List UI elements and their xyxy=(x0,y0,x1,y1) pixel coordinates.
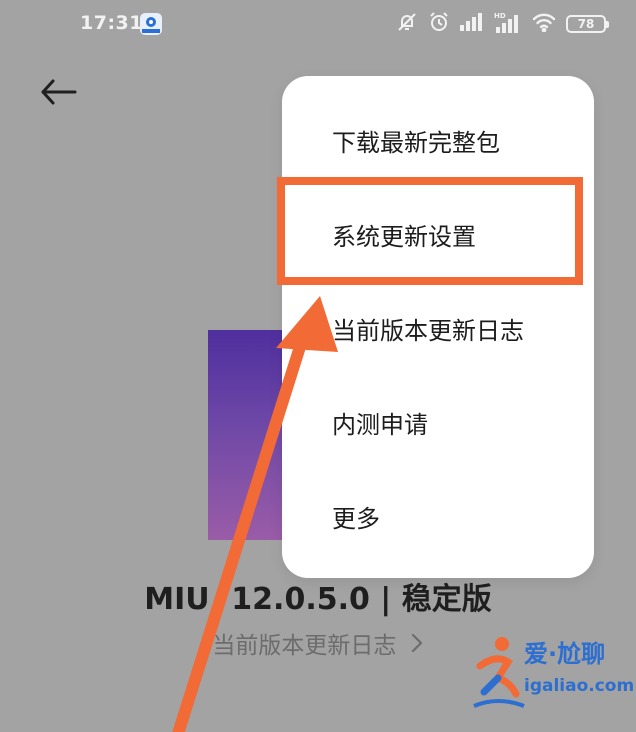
watermark-title: 爱·尬聊 xyxy=(524,640,606,668)
menu-item-download-full-package[interactable]: 下载最新完整包 xyxy=(282,93,594,187)
menu-item-more[interactable]: 更多 xyxy=(282,469,594,563)
arrow-left-icon xyxy=(41,79,77,105)
status-icons: HD 78 xyxy=(396,10,609,38)
svg-text:HD: HD xyxy=(494,12,506,20)
menu-item-beta-application[interactable]: 内测申请 xyxy=(282,375,594,469)
signal-icon xyxy=(460,13,484,35)
watermark-domain: igaliao.com xyxy=(524,676,635,696)
status-time: 17:31 xyxy=(80,12,143,34)
chevron-right-icon xyxy=(410,633,424,659)
signal-hd-icon: HD xyxy=(494,11,522,37)
alarm-icon xyxy=(428,11,450,37)
highlight-annotation-box xyxy=(277,177,583,285)
menu-item-label: 更多 xyxy=(332,504,380,533)
menu-item-current-changelog[interactable]: 当前版本更新日志 xyxy=(282,281,594,375)
wifi-icon xyxy=(532,12,556,36)
version-title-hidden: I xyxy=(210,582,221,617)
menu-item-label: 下载最新完整包 xyxy=(332,128,500,157)
running-person-icon xyxy=(473,637,525,708)
back-button[interactable] xyxy=(36,72,82,112)
silent-icon xyxy=(396,11,418,37)
menu-item-label: 内测申请 xyxy=(332,410,428,439)
status-bar: 17:31 HD 78 xyxy=(0,0,636,50)
app-notification-icon xyxy=(140,13,162,35)
changelog-link-label: 当前版本更新日志 xyxy=(212,633,397,659)
version-title-right: 12.0.5.0 | 稳定版 xyxy=(231,582,492,617)
version-title: MIUI 12.0.5.0 | 稳定版 xyxy=(0,574,636,618)
menu-item-label: 当前版本更新日志 xyxy=(332,316,524,345)
battery-icon: 78 xyxy=(566,15,609,33)
overflow-menu: 下载最新完整包 系统更新设置 当前版本更新日志 内测申请 更多 xyxy=(282,76,594,578)
version-title-left: MIU xyxy=(144,582,210,617)
watermark-logo: 爱·尬聊 igaliao.com xyxy=(470,628,634,728)
